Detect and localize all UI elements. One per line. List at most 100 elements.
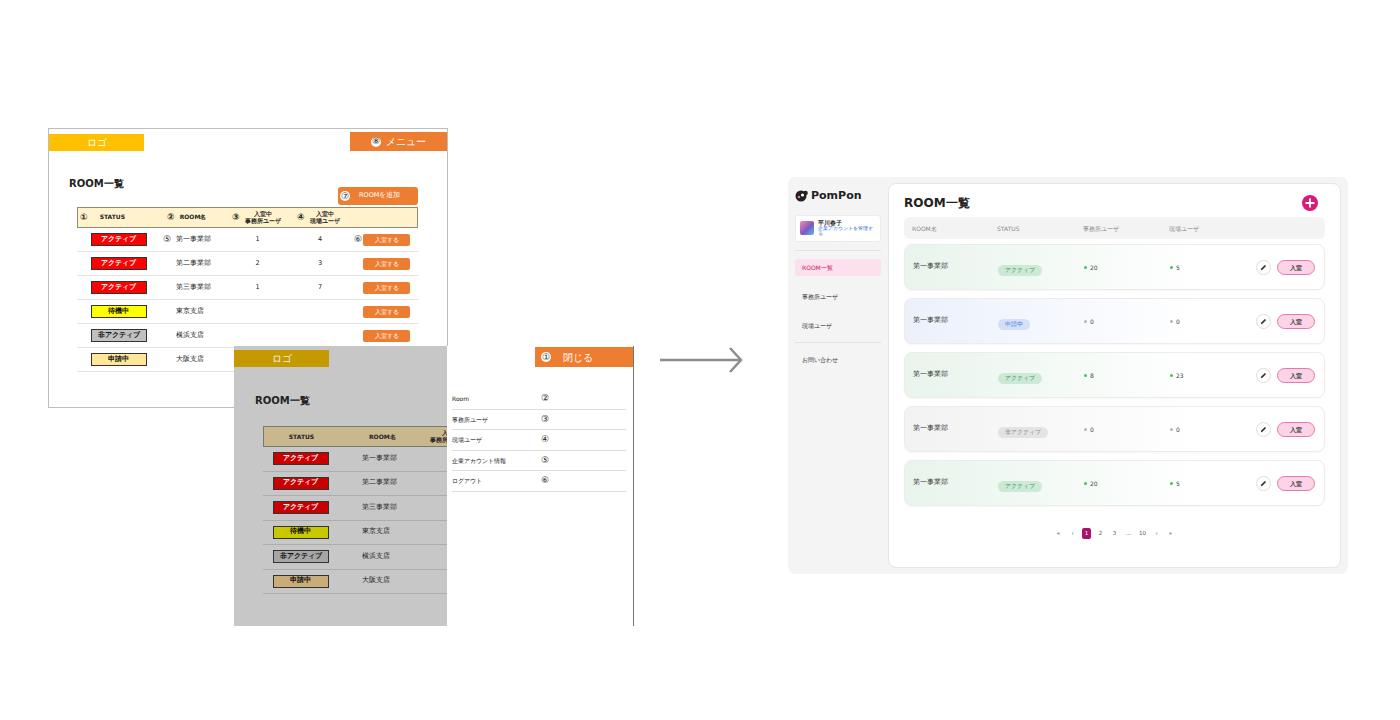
account-link[interactable]: 企業アカウントを管理する xyxy=(818,226,876,237)
menu-item[interactable]: Room② xyxy=(452,389,626,410)
enter-button[interactable]: 入室する xyxy=(363,306,410,318)
title-row: ROOM一覧⑦ROOMを追加 xyxy=(69,176,418,205)
menu-button[interactable]: ⑧メニュー xyxy=(350,132,447,151)
name-cell: 第三事業部 xyxy=(338,503,423,513)
page-button[interactable]: 2 xyxy=(1096,528,1105,539)
page-button[interactable]: 3 xyxy=(1110,528,1119,539)
annotation-number: ② xyxy=(167,213,175,222)
room-name: 横浜支店 xyxy=(176,331,204,341)
site-count-cell: 5 xyxy=(1170,479,1256,488)
status-dot xyxy=(1084,374,1087,377)
menu-item[interactable]: 企業アカウント情報⑤ xyxy=(452,451,626,472)
status-cell: 非アクティブ xyxy=(263,550,338,563)
office-count: 2 xyxy=(255,259,259,269)
menu-item-label: ログアウト xyxy=(452,476,541,485)
menu-item[interactable]: 現場ユーザ④ xyxy=(452,430,626,451)
pencil-icon xyxy=(1260,264,1267,271)
site-count-cell: 23 xyxy=(1170,371,1256,380)
table-row: 非アクティブ横浜支店 xyxy=(263,545,447,570)
room-name: 東京支店 xyxy=(176,307,204,317)
table-row: アクティブ⑤第一事業部14⑥入室する xyxy=(77,228,418,252)
enter-button[interactable]: 入室 xyxy=(1277,260,1315,275)
room-row: 第一事業部アクティブ205入室 xyxy=(904,244,1325,290)
column-label: STATUS xyxy=(997,224,1083,233)
close-button[interactable]: ①閉じる xyxy=(535,347,633,367)
edit-button[interactable] xyxy=(1256,422,1271,437)
annotation-number: ③ xyxy=(541,415,549,424)
enter-button[interactable]: 入室 xyxy=(1277,476,1315,491)
page-button[interactable]: › xyxy=(1152,528,1161,539)
enter-button[interactable]: 入室する xyxy=(363,330,410,342)
room-name: 第二事業部 xyxy=(176,259,211,269)
menu-list: Room②事務所ユーザ③現場ユーザ④企業アカウント情報⑤ログアウト⑥ xyxy=(452,389,626,492)
header-cell: ④入室中 現場ユーザ xyxy=(291,208,351,227)
page-button[interactable]: 10 xyxy=(1138,528,1147,539)
add-room-button[interactable]: ⑦ROOMを追加 xyxy=(338,187,418,205)
room-table: STATUSROOM名入 事務所アクティブ第一事業部アクティブ第二事業部アクティ… xyxy=(263,426,447,594)
menu-item[interactable]: 事務所ユーザ③ xyxy=(452,410,626,431)
action-cell: 入室 xyxy=(1256,476,1325,491)
edit-button[interactable] xyxy=(1256,314,1271,329)
action-cell: 入室する xyxy=(350,306,418,318)
office-count-cell: 20 xyxy=(1084,263,1170,272)
column-label: STATUS xyxy=(100,214,125,220)
edit-button[interactable] xyxy=(1256,476,1271,491)
status-badge: 待機中 xyxy=(273,526,329,539)
enter-button[interactable]: 入室する xyxy=(363,234,410,246)
title-row: ROOM一覧 xyxy=(904,193,1325,213)
annotation-number: ⑥ xyxy=(354,235,362,244)
status-badge: 申請中 xyxy=(273,575,329,588)
header-cell: ③入室中 事務所ユーザ xyxy=(226,208,291,227)
add-room-button[interactable] xyxy=(1302,195,1318,211)
status-cell: アクティブ xyxy=(263,452,338,465)
status-badge: アクティブ xyxy=(998,481,1042,492)
room-row: 第一事業部アクティブ205入室 xyxy=(904,460,1325,506)
room-name: 第三事業部 xyxy=(176,283,211,293)
contact-link[interactable]: お問い合わせ xyxy=(795,351,881,368)
office-count: 20 xyxy=(1090,479,1098,488)
status-cell: 申請中 xyxy=(998,309,1084,333)
office-count: 20 xyxy=(1090,263,1098,272)
sidebar-item[interactable]: ROOM一覧 xyxy=(795,259,881,276)
room-list: 第一事業部アクティブ205入室第一事業部申請中00入室第一事業部アクティブ823… xyxy=(904,244,1325,506)
header-cell: 入 事務所 xyxy=(424,430,447,443)
action-cell: ⑥入室する xyxy=(350,234,418,246)
enter-button[interactable]: 入室 xyxy=(1277,314,1315,329)
menu-item[interactable]: ログアウト⑥ xyxy=(452,471,626,492)
office-count-cell: 20 xyxy=(1084,479,1170,488)
column-label: 事務所ユーザ xyxy=(1083,224,1169,233)
enter-button[interactable]: 入室 xyxy=(1277,422,1315,437)
app-logo: PomPon xyxy=(795,188,881,205)
pagination: « ‹ 123 … 10 › » xyxy=(904,528,1325,539)
menu-item-label: 企業アカウント情報 xyxy=(452,456,541,465)
logo-placeholder: ロゴ xyxy=(49,134,144,151)
page-button[interactable]: « xyxy=(1054,528,1063,539)
header-cell: STATUS xyxy=(264,432,339,441)
page-button[interactable]: 1 xyxy=(1082,528,1091,539)
office-count: 8 xyxy=(1090,371,1094,380)
status-cell: アクティブ xyxy=(998,471,1084,495)
office-cell: 1 xyxy=(225,283,290,293)
wireframe-menu-screen: ロゴROOM一覧STATUSROOM名入 事務所アクティブ第一事業部アクティブ第… xyxy=(234,346,634,626)
enter-button[interactable]: 入室する xyxy=(363,258,410,270)
column-label: ROOM名 xyxy=(180,214,207,220)
page-button[interactable]: ‹ xyxy=(1068,528,1077,539)
office-count: 1 xyxy=(255,235,259,245)
edit-button[interactable] xyxy=(1256,368,1271,383)
table-row: アクティブ第一事業部 xyxy=(263,447,447,472)
room-name: 第一事業部 xyxy=(913,262,998,272)
pencil-icon xyxy=(1260,372,1267,379)
action-cell: 入室する xyxy=(350,330,418,342)
sidebar-item[interactable]: 現場ユーザ xyxy=(795,317,881,334)
edit-button[interactable] xyxy=(1256,260,1271,275)
status-dot xyxy=(1170,428,1173,431)
enter-button[interactable]: 入室 xyxy=(1277,368,1315,383)
sidebar-item[interactable]: 事務所ユーザ xyxy=(795,288,881,305)
enter-button[interactable]: 入室する xyxy=(363,282,410,294)
page-button[interactable]: … xyxy=(1124,528,1133,539)
name-cell: 東京支店 xyxy=(160,307,225,317)
room-row: 第一事業部非アクティブ00入室 xyxy=(904,406,1325,452)
page-button[interactable]: » xyxy=(1166,528,1175,539)
office-cell: 1 xyxy=(225,235,290,245)
status-badge: アクティブ xyxy=(91,233,147,246)
